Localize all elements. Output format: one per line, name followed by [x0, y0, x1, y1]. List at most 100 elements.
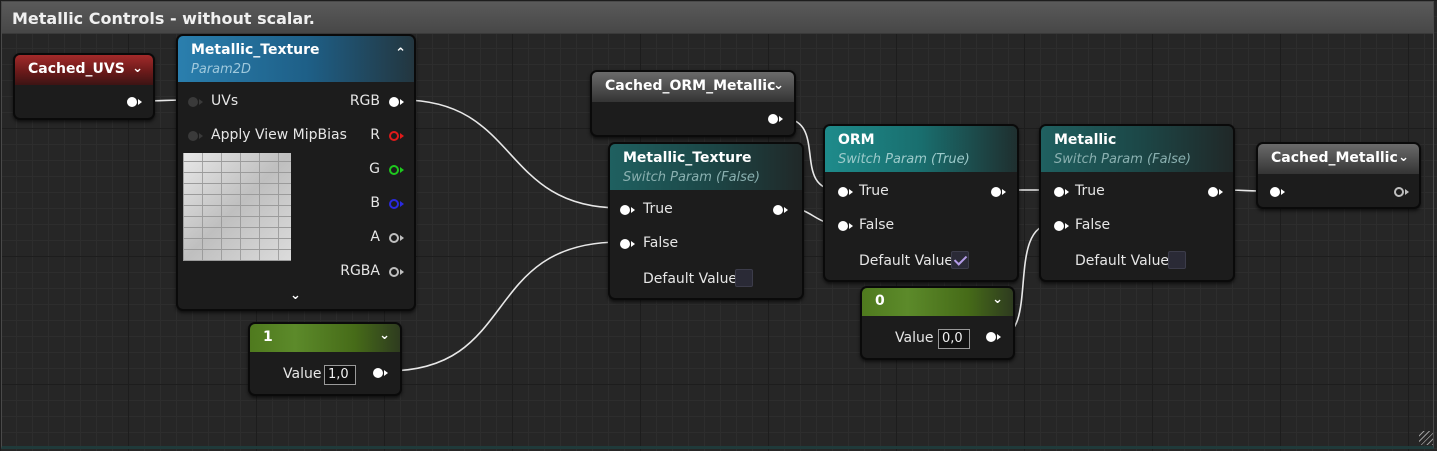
node-header: 1 ⌄: [250, 324, 400, 352]
node-header: 0 ⌄: [862, 288, 1013, 316]
node-title: Metallic_Texture: [191, 42, 320, 58]
node-subtitle: Switch Param (False): [1054, 152, 1191, 167]
output-pin[interactable]: [991, 187, 1001, 197]
node-header: Metallic Switch Param (False): [1041, 126, 1233, 172]
pin-arrow-icon: [849, 223, 853, 229]
pin-arrow-icon: [631, 207, 635, 213]
false-input-pin[interactable]: [838, 221, 848, 231]
default-value-label: Default Value: [1075, 253, 1170, 269]
orm-switch-node[interactable]: ORM Switch Param (True) True False Defau…: [823, 124, 1019, 282]
node-header: Cached_Metallic ⌄: [1258, 144, 1419, 174]
pin-arrow-icon: [784, 207, 788, 213]
pin-arrow-icon: [631, 241, 635, 247]
metallic-texture-param-node[interactable]: Metallic_Texture Param2D ⌃ UVs Apply Vie…: [176, 34, 416, 311]
rgb-label: RGB: [349, 93, 380, 109]
pin-arrow-icon: [849, 189, 853, 195]
output-pin[interactable]: [1394, 187, 1404, 197]
node-title: 0: [875, 293, 885, 309]
false-input-pin[interactable]: [620, 239, 630, 249]
node-subtitle: Switch Param (False): [623, 170, 760, 185]
cached-orm-metallic-node[interactable]: Cached_ORM_Metallic ⌄: [590, 70, 796, 137]
node-header: Cached_UVS ⌄: [15, 55, 153, 85]
node-header: ORM Switch Param (True): [825, 126, 1017, 172]
pin-arrow-icon: [779, 116, 783, 122]
default-value-checkbox[interactable]: [735, 269, 753, 287]
default-value-label: Default Value: [859, 253, 954, 269]
pin-arrow-icon: [1405, 189, 1409, 195]
chevron-down-icon[interactable]: ⌄: [132, 61, 143, 76]
node-title: 1: [263, 329, 273, 345]
resize-handle-icon[interactable]: [1419, 431, 1433, 445]
mipbias-input-pin[interactable]: [188, 131, 198, 141]
wire-rgb-to-true: [401, 99, 621, 209]
chevron-down-icon[interactable]: ⌄: [290, 288, 301, 303]
true-input-pin[interactable]: [1054, 187, 1064, 197]
g-label: G: [369, 161, 380, 177]
pin-arrow-icon: [400, 167, 404, 173]
rgba-output-pin[interactable]: [389, 267, 399, 277]
node-title: Metallic_Texture: [623, 150, 752, 166]
r-label: R: [370, 127, 380, 143]
true-input-pin[interactable]: [620, 205, 630, 215]
pin-arrow-icon: [199, 99, 203, 105]
true-label: True: [643, 201, 673, 217]
chevron-down-icon[interactable]: ⌄: [992, 292, 1003, 307]
pin-arrow-icon: [384, 370, 388, 376]
pin-arrow-icon: [997, 334, 1001, 340]
texture-preview-thumbnail: [183, 153, 291, 261]
value-label: Value: [895, 330, 934, 346]
false-label: False: [643, 235, 679, 251]
default-value-checkbox[interactable]: [1168, 251, 1186, 269]
node-header: Cached_ORM_Metallic ⌄: [592, 72, 794, 102]
metallic-switch-node[interactable]: Metallic Switch Param (False) True False…: [1039, 124, 1235, 282]
b-output-pin[interactable]: [389, 199, 399, 209]
node-title: Metallic: [1054, 132, 1117, 148]
cached-metallic-node[interactable]: Cached_Metallic ⌄: [1256, 142, 1421, 209]
false-input-pin[interactable]: [1054, 221, 1064, 231]
uvs-input-pin[interactable]: [188, 97, 198, 107]
pin-arrow-icon: [138, 99, 142, 105]
false-label: False: [1075, 217, 1111, 233]
default-value-label: Default Value: [643, 271, 738, 287]
r-output-pin[interactable]: [389, 131, 399, 141]
node-subtitle: Switch Param (True): [838, 152, 970, 167]
true-label: True: [859, 183, 889, 199]
chevron-down-icon[interactable]: ⌄: [379, 328, 390, 343]
input-pin[interactable]: [1270, 187, 1280, 197]
output-pin[interactable]: [1208, 187, 1218, 197]
value-input[interactable]: 1,0: [324, 365, 356, 385]
constant-one-node[interactable]: 1 ⌄ Value 1,0: [248, 322, 402, 396]
value-label: Value: [283, 366, 322, 382]
default-value-checkbox[interactable]: [951, 251, 969, 269]
node-header: Metallic_Texture Param2D ⌃: [178, 36, 414, 82]
rgb-output-pin[interactable]: [389, 97, 399, 107]
output-pin[interactable]: [986, 332, 996, 342]
chevron-down-icon[interactable]: ⌄: [1398, 150, 1409, 165]
pin-arrow-icon: [1281, 189, 1285, 195]
mipbias-label: Apply View MipBias: [211, 127, 347, 143]
output-pin[interactable]: [768, 114, 778, 124]
g-output-pin[interactable]: [389, 165, 399, 175]
pin-arrow-icon: [400, 201, 404, 207]
cached-uvs-node[interactable]: Cached_UVS ⌄: [13, 53, 155, 120]
a-output-pin[interactable]: [389, 233, 399, 243]
node-title: Cached_UVS: [28, 61, 125, 77]
uvs-label: UVs: [211, 93, 239, 109]
metallic-texture-switch-node[interactable]: Metallic_Texture Switch Param (False) Tr…: [608, 142, 804, 300]
value-input[interactable]: 0,0: [938, 329, 970, 349]
chevron-up-icon[interactable]: ⌃: [395, 46, 406, 61]
constant-zero-node[interactable]: 0 ⌄ Value 0,0: [860, 286, 1015, 360]
rgba-label: RGBA: [340, 263, 380, 279]
pin-arrow-icon: [1002, 189, 1006, 195]
output-pin[interactable]: [127, 97, 137, 107]
pin-arrow-icon: [400, 99, 404, 105]
true-input-pin[interactable]: [838, 187, 848, 197]
pin-arrow-icon: [1065, 189, 1069, 195]
output-pin[interactable]: [373, 368, 383, 378]
node-header: Metallic_Texture Switch Param (False): [610, 144, 802, 190]
false-label: False: [859, 217, 895, 233]
chevron-down-icon[interactable]: ⌄: [773, 78, 784, 93]
pin-arrow-icon: [400, 269, 404, 275]
pin-arrow-icon: [1219, 189, 1223, 195]
output-pin[interactable]: [773, 205, 783, 215]
